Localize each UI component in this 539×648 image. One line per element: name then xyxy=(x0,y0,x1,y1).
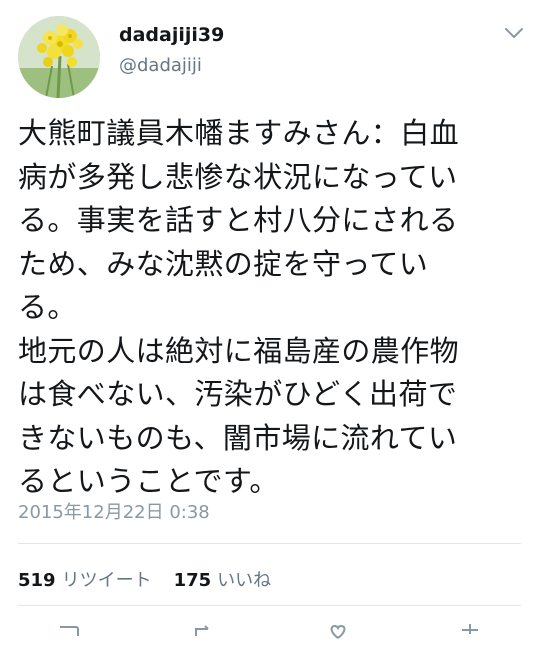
retweet-count: 519 xyxy=(18,570,56,591)
divider xyxy=(18,605,521,606)
divider xyxy=(18,543,521,544)
tweet-text-line: る。 xyxy=(18,290,77,324)
share-icon[interactable] xyxy=(458,624,482,644)
heart-icon[interactable] xyxy=(326,624,350,644)
tweet-stats: 519 リツイート 175 いいね xyxy=(18,566,271,592)
tweet-text-line: きないものも、闇市場に流れてい xyxy=(18,420,458,455)
like-count: 175 xyxy=(173,570,212,591)
avatar-image xyxy=(18,16,100,98)
avatar[interactable] xyxy=(18,16,100,98)
tweet-text: 大熊町議員木幡ますみさん：白血 病が多発し悲惨な状況になってい る。事実を話すと… xyxy=(18,112,523,504)
tweet-text-line: は食べない、汚染がひどく出荷で xyxy=(18,377,458,411)
retweet-stat[interactable]: 519 リツイート xyxy=(18,570,152,591)
like-label: いいね xyxy=(217,570,272,591)
like-stat[interactable]: 175 いいね xyxy=(174,570,272,591)
retweet-icon[interactable] xyxy=(190,624,214,644)
tweet-text-line: るということです。 xyxy=(18,464,279,498)
tweet-text-line: 地元の人は絶対に福島産の農作物 xyxy=(18,333,460,368)
tweet-text-line: る。事実を話すと村八分にされる xyxy=(18,203,459,237)
retweet-label: リツイート xyxy=(61,570,152,591)
user-handle[interactable]: @dadajiji xyxy=(119,55,202,76)
reply-icon[interactable] xyxy=(56,624,80,644)
tweet-text-line: 病が多発し悲惨な状況になってい xyxy=(18,159,458,194)
chevron-down-icon[interactable] xyxy=(500,22,528,44)
tweet-text-line: 大熊町議員木幡ますみさん：白血 xyxy=(18,116,460,150)
action-bar xyxy=(0,624,539,644)
display-name[interactable]: dadajiji39 xyxy=(119,24,224,46)
tweet-timestamp[interactable]: 2015年12月22日 0:38 xyxy=(18,498,210,524)
tweet-text-line: ため、みな沈黙の掟を守ってい xyxy=(18,246,429,281)
tweet-card: dadajiji39 @dadajiji 大熊町議員木幡ますみさん：白血 病が多… xyxy=(0,0,539,639)
